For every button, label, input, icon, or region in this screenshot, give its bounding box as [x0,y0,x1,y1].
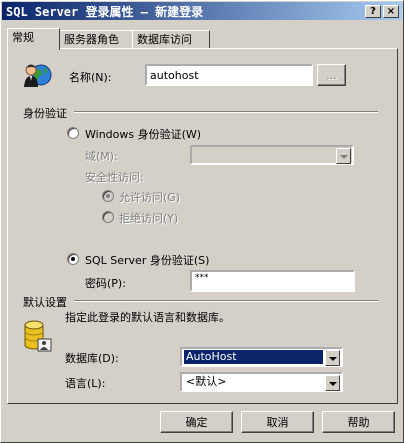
sql-auth-radio[interactable] [67,253,79,265]
database-dropdown-arrow-icon[interactable] [325,350,340,366]
tab-general[interactable]: 常规 [7,28,60,50]
language-value: <默认> [186,375,227,388]
database-select[interactable]: AutoHost [180,347,343,367]
password-label: 密码(P): [85,277,126,290]
security-access-label: 安全性访问: [85,171,144,184]
auth-group-divider [74,111,378,113]
domain-dropdown-arrow-icon [336,148,351,164]
help-button[interactable]: 帮助 [322,411,395,433]
domain-label: 域(M): [85,150,118,163]
close-button[interactable]: × [383,5,399,18]
defaults-description: 指定此登录的默认语言和数据库。 [65,311,230,324]
language-label: 语言(L): [65,377,106,390]
browse-button[interactable]: ... [317,64,346,86]
language-select[interactable]: <默认> [180,372,343,392]
tab-database-access-label: 数据库访问 [137,33,192,46]
sql-auth-label[interactable]: SQL Server 身份验证(S) [85,252,209,268]
tab-server-roles-label: 服务器角色 [64,33,119,46]
name-label: 名称(N): [69,71,112,84]
title-bar[interactable]: SQL Server 登录属性 — 新建登录 ? × [2,2,402,20]
allow-access-label: 允许访问(G) [119,191,181,204]
deny-access-label: 拒绝访问(Y) [119,212,179,225]
name-field[interactable]: autohost [145,64,313,86]
ok-button[interactable]: 确定 [160,411,233,433]
auth-group-label: 身份验证 [23,107,67,120]
windows-auth-label[interactable]: Windows 身份验证(W) [85,126,201,142]
domain-value [194,148,198,162]
login-properties-dialog: SQL Server 登录属性 — 新建登录 ? × 常规 服务器角色 数据库访… [0,0,404,443]
database-value: AutoHost [184,350,323,364]
tab-server-roles[interactable]: 服务器角色 [59,30,133,49]
tab-general-label: 常规 [12,31,34,44]
windows-auth-radio[interactable] [67,127,79,139]
defaults-group-label: 默认设置 [23,296,67,309]
allow-access-radio-dot [106,194,110,198]
sql-auth-radio-dot [71,257,75,261]
tab-database-access[interactable]: 数据库访问 [132,30,210,49]
window-title: SQL Server 登录属性 — 新建登录 [6,5,204,19]
user-globe-icon [24,64,52,87]
language-dropdown-arrow-icon[interactable] [325,375,340,391]
database-label: 数据库(D): [65,352,119,365]
domain-select[interactable] [190,145,354,165]
help-title-button[interactable]: ? [365,5,381,18]
password-field[interactable]: *** [190,270,355,292]
general-panel: 名称(N): autohost ... 身份验证 Windows 身份验证(W)… [7,48,398,404]
password-value: *** [195,273,209,283]
database-icon [24,320,52,352]
name-value: autohost [150,69,199,82]
allow-access-radio[interactable] [102,190,114,202]
defaults-group-divider [74,300,378,302]
deny-access-radio[interactable] [102,211,114,223]
cancel-button[interactable]: 取消 [241,411,314,433]
